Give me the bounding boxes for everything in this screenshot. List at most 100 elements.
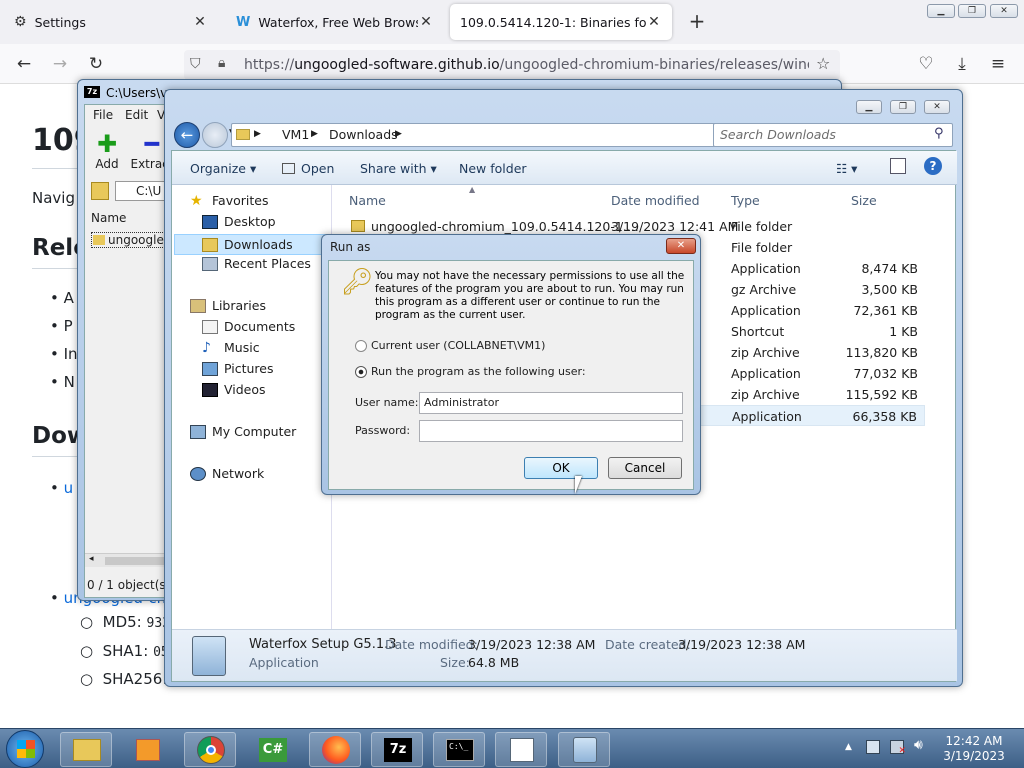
search-icon[interactable]: ⚲ bbox=[934, 126, 944, 141]
nav-downloads[interactable]: Downloads bbox=[174, 234, 331, 255]
taskbar-installer[interactable] bbox=[558, 732, 610, 767]
nav-recent-places[interactable]: Recent Places bbox=[202, 256, 311, 271]
nav-favorites[interactable]: ★ Favorites bbox=[190, 193, 268, 208]
url-text[interactable]: https://ungoogled-software.github.io/ung… bbox=[244, 57, 809, 73]
file-type: File folder bbox=[731, 240, 793, 255]
maximize-button[interactable]: ❐ bbox=[958, 4, 986, 18]
nav-network[interactable]: Network bbox=[190, 466, 264, 481]
document-icon bbox=[510, 738, 534, 762]
add-button[interactable]: ✚ Add bbox=[89, 131, 125, 173]
nav-videos[interactable]: Videos bbox=[202, 382, 266, 397]
tab-waterfox[interactable]: W Waterfox, Free Web Browser ✕ bbox=[226, 4, 444, 40]
share-with-button[interactable]: Share with ▾ bbox=[360, 161, 437, 176]
cancel-button[interactable]: Cancel bbox=[608, 457, 682, 479]
action-center-icon[interactable] bbox=[866, 740, 880, 754]
preview-pane-icon[interactable] bbox=[890, 158, 906, 174]
download-icon[interactable]: ⤓ bbox=[950, 52, 974, 76]
network-icon bbox=[190, 466, 206, 481]
hash-sha1: ○ SHA1: 05 bbox=[80, 642, 169, 660]
bookmark-star-icon[interactable]: ☆ bbox=[816, 54, 830, 73]
breadcrumb-vm1[interactable]: VM1 bbox=[282, 127, 309, 142]
forward-button[interactable] bbox=[202, 122, 228, 148]
taskbar-chrome[interactable] bbox=[184, 732, 236, 767]
close-icon[interactable]: ✕ bbox=[646, 14, 662, 30]
reload-button[interactable]: ↻ bbox=[84, 52, 108, 76]
star-icon: ★ bbox=[190, 192, 203, 209]
view-options-icon[interactable]: ☷ ▾ bbox=[836, 161, 857, 176]
file-size: 66,358 KB bbox=[852, 409, 917, 424]
taskbar-explorer[interactable] bbox=[60, 732, 112, 767]
taskbar-csharp[interactable]: C# bbox=[246, 732, 298, 767]
search-input[interactable]: Search Downloads ⚲ bbox=[713, 123, 953, 147]
clock[interactable]: 12:42 AM 3/19/2023 bbox=[940, 734, 1008, 764]
help-icon[interactable]: ? bbox=[924, 157, 942, 175]
menu-edit[interactable]: Edit bbox=[125, 108, 148, 122]
organize-button[interactable]: Organize ▾ bbox=[190, 161, 256, 176]
menu-icon[interactable]: ≡ bbox=[986, 52, 1010, 76]
file-type: Application bbox=[732, 409, 802, 424]
file-type: gz Archive bbox=[731, 282, 797, 297]
back-button[interactable]: ← bbox=[174, 122, 200, 148]
ok-button[interactable]: OK bbox=[524, 457, 598, 479]
up-folder-icon[interactable] bbox=[91, 182, 109, 200]
waterfox-icon: W bbox=[236, 14, 251, 30]
menu-file[interactable]: File bbox=[93, 108, 113, 122]
keys-icon: 🔑︎ bbox=[341, 267, 375, 297]
nav-music[interactable]: ♪ Music bbox=[202, 340, 260, 355]
7zip-icon: 7z bbox=[384, 738, 412, 762]
windows-logo-icon bbox=[17, 740, 35, 758]
downloads-folder-icon bbox=[202, 237, 218, 252]
column-name[interactable]: Name bbox=[91, 211, 126, 225]
column-date-modified[interactable]: Date modified bbox=[611, 193, 700, 208]
close-window-button[interactable]: ✕ bbox=[990, 4, 1018, 18]
lock-icon[interactable]: 🔒︎ bbox=[218, 55, 225, 71]
column-type[interactable]: Type bbox=[731, 193, 760, 208]
show-hidden-icons[interactable]: ▲ bbox=[845, 742, 852, 752]
forward-button[interactable]: → bbox=[48, 52, 72, 76]
radio-other-user[interactable]: Run the program as the following user: bbox=[355, 365, 586, 378]
desktop-icon bbox=[202, 214, 218, 229]
bullet-4: • N bbox=[50, 373, 75, 391]
taskbar-firefox[interactable] bbox=[309, 732, 361, 767]
close-icon[interactable]: ✕ bbox=[192, 14, 208, 30]
hash-md5: ○ MD5: 933 bbox=[80, 613, 170, 631]
nav-libraries[interactable]: Libraries bbox=[190, 298, 266, 313]
breadcrumb-downloads[interactable]: Downloads bbox=[329, 127, 398, 142]
file-size: 72,361 KB bbox=[853, 303, 918, 318]
file-type: File folder bbox=[731, 219, 793, 234]
start-button[interactable] bbox=[6, 730, 44, 768]
minimize-button[interactable]: ▁ bbox=[856, 100, 882, 114]
taskbar-7zip[interactable]: 7z bbox=[371, 732, 423, 767]
nav-pictures[interactable]: Pictures bbox=[202, 361, 274, 376]
tab-settings[interactable]: ⚙ Settings ✕ bbox=[4, 4, 218, 40]
radio-current-user[interactable]: Current user (COLLABNET\VM1) bbox=[355, 339, 545, 352]
minimize-button[interactable]: ▁ bbox=[927, 4, 955, 18]
username-field[interactable]: Administrator bbox=[419, 392, 683, 414]
download-link[interactable]: u bbox=[64, 479, 74, 497]
new-folder-button[interactable]: New folder bbox=[459, 161, 527, 176]
column-size[interactable]: Size bbox=[851, 193, 877, 208]
maximize-button[interactable]: ❐ bbox=[890, 100, 916, 114]
close-button[interactable]: ✕ bbox=[924, 100, 950, 114]
open-button[interactable]: Open bbox=[282, 161, 334, 176]
taskbar-media-player[interactable] bbox=[121, 732, 173, 767]
nav-desktop[interactable]: Desktop bbox=[202, 214, 276, 229]
back-button[interactable]: ← bbox=[12, 52, 36, 76]
taskbar-cmd[interactable]: C:\_ bbox=[433, 732, 485, 767]
nav-my-computer[interactable]: My Computer bbox=[190, 424, 296, 439]
tab-binaries[interactable]: 109.0.5414.120-1: Binaries for Windo ✕ bbox=[450, 4, 672, 40]
taskbar-notepad[interactable] bbox=[495, 732, 547, 767]
download-link-item: • u bbox=[50, 479, 74, 497]
network-status-icon[interactable]: ✕ bbox=[890, 740, 906, 756]
new-tab-button[interactable]: + bbox=[685, 10, 709, 34]
close-icon[interactable]: ✕ bbox=[418, 14, 434, 30]
pocket-icon[interactable]: ♡ bbox=[914, 52, 938, 76]
shield-icon[interactable]: ⛉ bbox=[190, 56, 201, 72]
password-field[interactable] bbox=[419, 420, 683, 442]
media-player-icon bbox=[136, 739, 160, 761]
volume-icon[interactable]: 🔊︎ bbox=[914, 737, 923, 753]
nav-documents[interactable]: Documents bbox=[202, 319, 295, 334]
horizontal-scrollbar[interactable]: ◂ bbox=[85, 553, 175, 567]
close-button[interactable]: ✕ bbox=[666, 238, 696, 254]
column-name[interactable]: Name bbox=[349, 193, 386, 208]
